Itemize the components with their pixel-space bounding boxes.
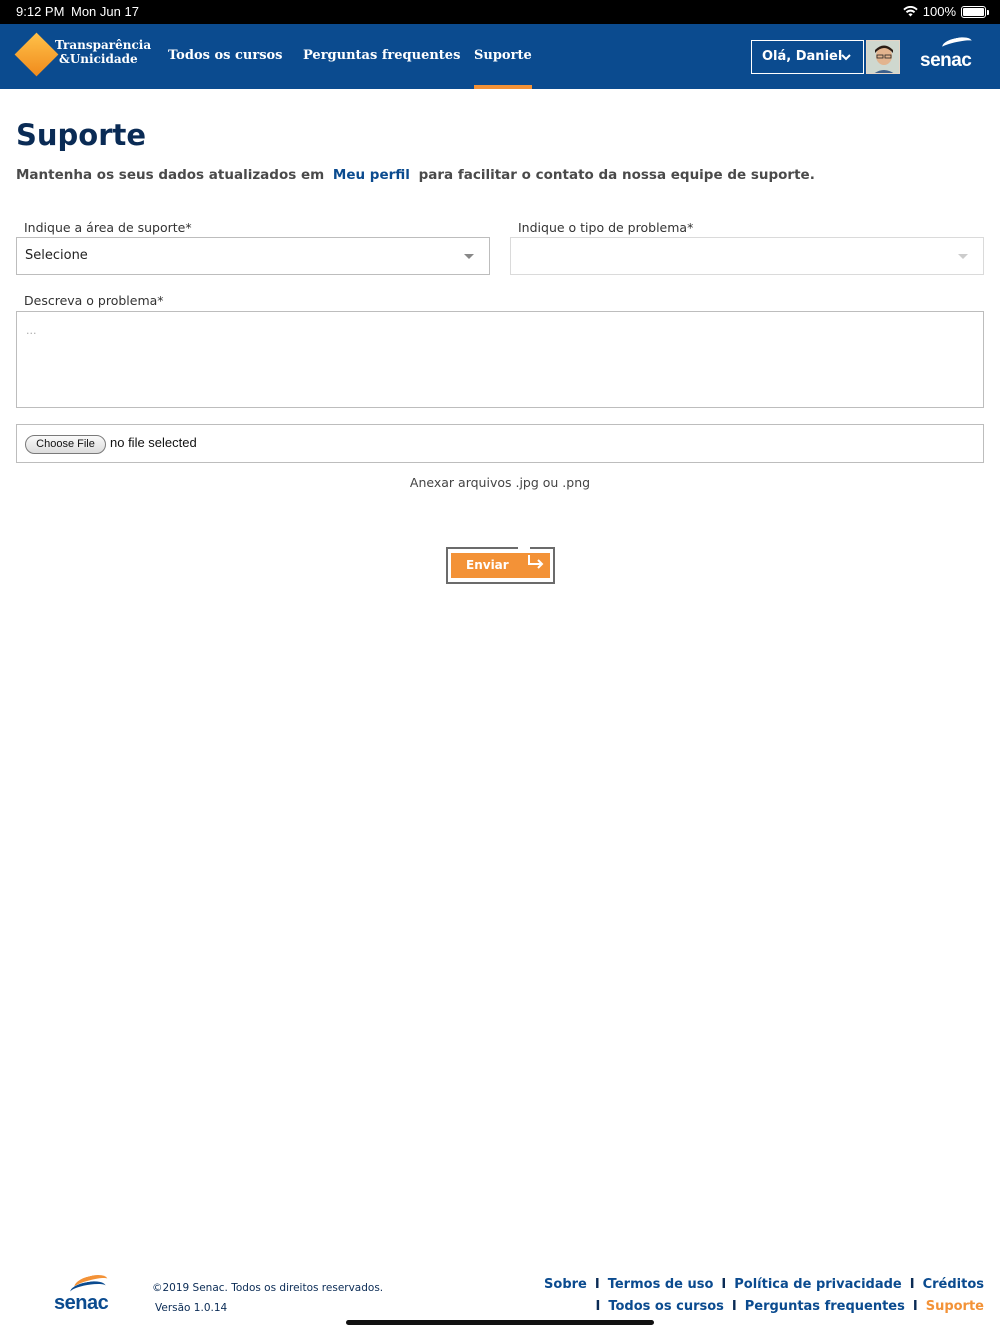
wifi-icon	[903, 6, 918, 17]
footer-link-perguntas[interactable]: Perguntas frequentes	[745, 1299, 905, 1314]
intro-before: Mantenha os seus dados atualizados em	[16, 167, 325, 183]
senac-header-logo: senac	[918, 35, 982, 78]
battery-percent: 100%	[922, 4, 956, 19]
logo-text-line1: Transparência	[55, 38, 152, 52]
area-label: Indique a área de suporte*	[24, 220, 192, 235]
app-logo[interactable]: Transparência &Unicidade	[14, 32, 151, 78]
status-right: 100%	[903, 4, 989, 19]
footer-link-privacidade[interactable]: Política de privacidade	[734, 1277, 901, 1292]
area-select-value: Selecione	[25, 248, 88, 263]
battery-icon	[961, 5, 989, 18]
attach-hint: Anexar arquivos .jpg ou .png	[409, 475, 591, 490]
type-select[interactable]	[510, 237, 984, 275]
user-greeting: Olá, Daniel	[762, 49, 843, 64]
footer-link-termos[interactable]: Termos de uso	[608, 1277, 714, 1292]
describe-label: Descreva o problema*	[24, 293, 164, 308]
send-arrow-icon	[528, 555, 544, 569]
top-header: Transparência &Unicidade Todos os cursos…	[0, 24, 1000, 89]
status-bar: 9:12 PM Mon Jun 17 100%	[0, 0, 1000, 24]
nav-suporte[interactable]: Suporte	[474, 24, 532, 89]
logo-text-line2: &Unicidade	[59, 52, 138, 66]
chevron-down-icon	[841, 41, 851, 86]
page-title: Suporte	[16, 118, 147, 152]
nav-todos-os-cursos[interactable]: Todos os cursos	[168, 24, 283, 89]
describe-placeholder: ...	[26, 324, 37, 337]
file-status: no file selected	[110, 435, 197, 450]
intro-text: Mantenha os seus dados atualizados em Me…	[16, 167, 815, 183]
senac-footer-logo: senac	[52, 1272, 122, 1316]
diamond-logo-icon	[14, 32, 59, 77]
intro-after: para facilitar o contato da nossa equipe…	[418, 167, 815, 183]
footer-link-sobre[interactable]: Sobre	[544, 1277, 587, 1292]
footer-link-todos-os-cursos[interactable]: Todos os cursos	[608, 1299, 724, 1314]
home-indicator[interactable]	[346, 1320, 654, 1325]
footer-links-row2: I Todos os cursos I Perguntas frequentes…	[595, 1299, 984, 1314]
status-time: 9:12 PM	[16, 4, 65, 19]
choose-file-button[interactable]: Choose File	[25, 435, 106, 454]
user-menu-button[interactable]: Olá, Daniel	[751, 40, 864, 74]
file-input[interactable]: Choose File no file selected	[16, 424, 984, 463]
copyright-text: ©2019 Senac. Todos os direitos reservado…	[152, 1282, 384, 1294]
type-label: Indique o tipo de problema*	[518, 220, 694, 235]
footer-link-creditos[interactable]: Créditos	[923, 1277, 984, 1292]
senac-footer-wordmark: senac	[54, 1292, 109, 1314]
dropdown-caret-icon	[958, 254, 968, 259]
user-avatar[interactable]	[866, 40, 900, 74]
enviar-button[interactable]: Enviar	[446, 546, 555, 584]
area-select[interactable]: Selecione	[16, 237, 490, 275]
senac-header-wordmark: senac	[920, 50, 972, 71]
version-text: Versão 1.0.14	[155, 1302, 228, 1314]
meu-perfil-link[interactable]: Meu perfil	[333, 167, 410, 183]
footer-links-row1: Sobre I Termos de uso I Política de priv…	[544, 1277, 984, 1292]
footer-link-suporte[interactable]: Suporte	[926, 1299, 984, 1314]
dropdown-caret-icon	[464, 254, 474, 259]
status-date: Mon Jun 17	[71, 4, 139, 19]
describe-textarea[interactable]: ...	[16, 311, 984, 408]
nav-perguntas-frequentes[interactable]: Perguntas frequentes	[303, 24, 460, 89]
